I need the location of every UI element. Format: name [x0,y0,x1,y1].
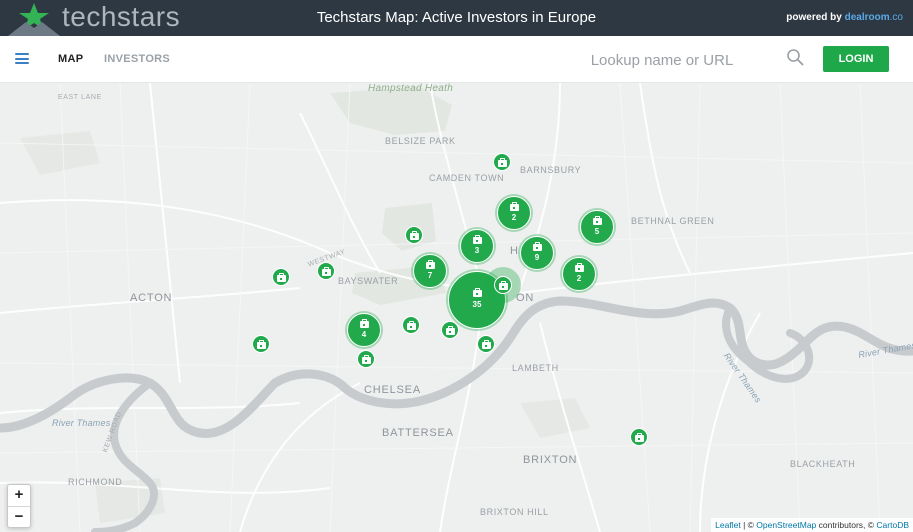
leaflet-link[interactable]: Leaflet [715,520,741,530]
briefcase-icon [532,242,542,251]
investor-marker[interactable] [441,321,459,339]
cluster-count: 9 [534,253,540,262]
menu-icon[interactable] [15,53,29,64]
place-label: ACTON [130,292,173,304]
place-label: RICHMOND [68,477,123,487]
investor-cluster[interactable]: 3 [458,227,496,265]
briefcase-icon [498,281,508,290]
tab-map[interactable]: MAP [58,36,83,82]
place-label: BATTERSEA [382,427,454,439]
nav-bar: MAP INVESTORS [0,36,913,83]
attribution-mid: contributors, © [816,520,877,530]
investor-marker[interactable] [630,428,648,446]
briefcase-icon [321,267,331,276]
briefcase-icon [472,235,482,244]
place-label: CAMDEN TOWN [429,173,505,183]
brand-name: techstars [62,1,181,32]
place-label: BARNSBURY [520,165,582,175]
map-attribution: Leaflet | © OpenStreetMap contributors, … [711,518,913,532]
search-input[interactable] [545,46,779,74]
investor-cluster[interactable]: 2 [560,255,598,293]
tab-investors[interactable]: INVESTORS [104,36,170,82]
dealroom-name: dealroom [844,12,890,23]
briefcase-icon [359,319,369,328]
zoom-in-button[interactable]: + [8,485,30,507]
investor-cluster[interactable]: 5 [578,208,616,246]
investor-marker[interactable] [493,153,511,171]
techstars-logo[interactable]: techstars [8,0,180,36]
place-label: BETHNAL GREEN [631,216,715,226]
dealroom-brand: dealroom.co [845,12,903,23]
briefcase-icon [425,260,435,269]
top-bar: techstars Techstars Map: Active Investor… [0,0,913,36]
place-label: BAYSWATER [338,276,399,286]
place-label: CHELSEA [364,384,421,396]
investor-cluster[interactable]: 2 [495,194,533,232]
investor-marker[interactable] [317,262,335,280]
osm-link[interactable]: OpenStreetMap [756,520,816,530]
investor-marker[interactable] [252,335,270,353]
search-icon[interactable] [786,48,804,66]
briefcase-icon [634,433,644,442]
place-label: EAST LANE [58,94,102,101]
briefcase-icon [472,288,482,297]
briefcase-icon [445,326,455,335]
briefcase-icon [481,340,491,349]
investor-cluster[interactable]: 9 [518,234,556,272]
cluster-count: 4 [361,330,367,339]
investor-cluster[interactable]: 7 [411,252,449,290]
briefcase-icon [406,321,416,330]
briefcase-icon [276,273,286,282]
place-label: LAMBETH [512,363,559,373]
place-label: BRIXTON HILL [480,507,549,517]
zoom-control: + − [7,484,31,528]
investor-marker[interactable] [402,316,420,334]
login-button[interactable]: LOGIN [823,46,889,72]
investor-cluster[interactable]: 4 [345,311,383,349]
place-label: Hampstead Heath [368,83,454,94]
map-canvas[interactable]: Hampstead Heath EAST LANE BELSIZE PARK B… [0,83,913,532]
cluster-count: 2 [511,213,517,222]
techstars-star-icon [8,0,60,36]
place-label: BRIXTON [523,454,578,466]
briefcase-icon [409,231,419,240]
investor-marker[interactable] [357,350,375,368]
dealroom-tld: .co [889,12,903,23]
investor-marker[interactable] [405,226,423,244]
place-label: BLACKHEATH [790,459,856,469]
investor-marker[interactable] [485,267,521,303]
briefcase-icon [497,158,507,167]
briefcase-icon [509,202,519,211]
cluster-count: 3 [474,246,480,255]
cluster-count: 2 [576,274,582,283]
briefcase-icon [592,216,602,225]
powered-by-dealroom[interactable]: powered by dealroom.co [786,0,903,36]
attribution-sep: | © [740,520,757,530]
briefcase-icon [574,263,584,272]
place-label: River Thames [52,418,111,428]
briefcase-icon [361,355,371,364]
cartodb-link[interactable]: CartoDB [876,520,909,530]
cluster-count: 5 [594,227,600,236]
investor-marker[interactable] [477,335,495,353]
investor-marker[interactable] [272,268,290,286]
zoom-out-button[interactable]: − [8,507,30,528]
briefcase-icon [256,340,266,349]
powered-prefix: powered by [786,12,842,23]
place-label: BELSIZE PARK [385,136,456,146]
cluster-count: 7 [427,271,433,280]
